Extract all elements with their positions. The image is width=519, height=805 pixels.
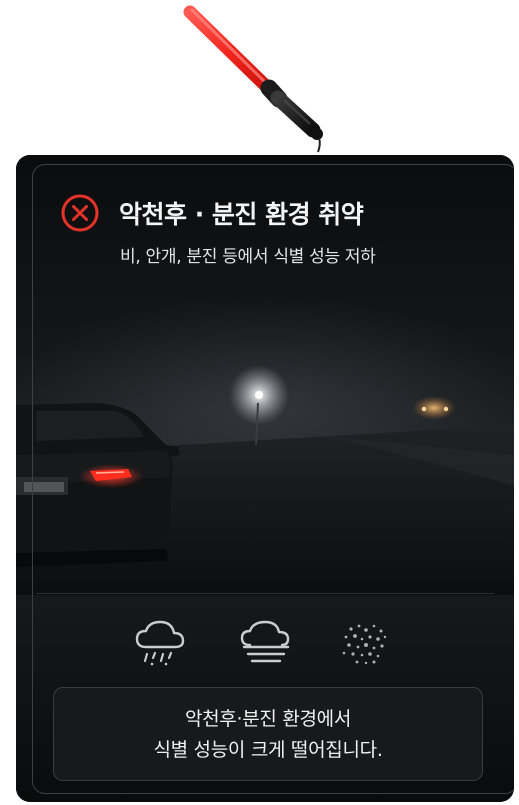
card-subtitle: 비, 안개, 분진 등에서 식별 성능 저하 [120, 247, 376, 267]
divider [36, 593, 494, 594]
message-line-1: 악천후·분진 환경에서 [184, 708, 352, 730]
traffic-baton-icon [183, 5, 323, 153]
fog-cloud-icon [240, 620, 290, 663]
warning-card: 악천후 · 분진 환경 취약 비, 안개, 분진 등에서 식별 성능 저하 악천… [16, 155, 514, 802]
traffic-baton-image [0, 0, 519, 155]
dust-particles-icon [342, 624, 387, 665]
message-line-2: 식별 성능이 크게 떨어집니다. [153, 739, 383, 761]
card-title: 악천후 · 분진 환경 취약 [119, 200, 364, 229]
rain-cloud-icon [135, 620, 185, 666]
warning-message-box: 악천후·분진 환경에서 식별 성능이 크게 떨어집니다. [53, 687, 483, 781]
close-circle-icon [61, 194, 99, 232]
